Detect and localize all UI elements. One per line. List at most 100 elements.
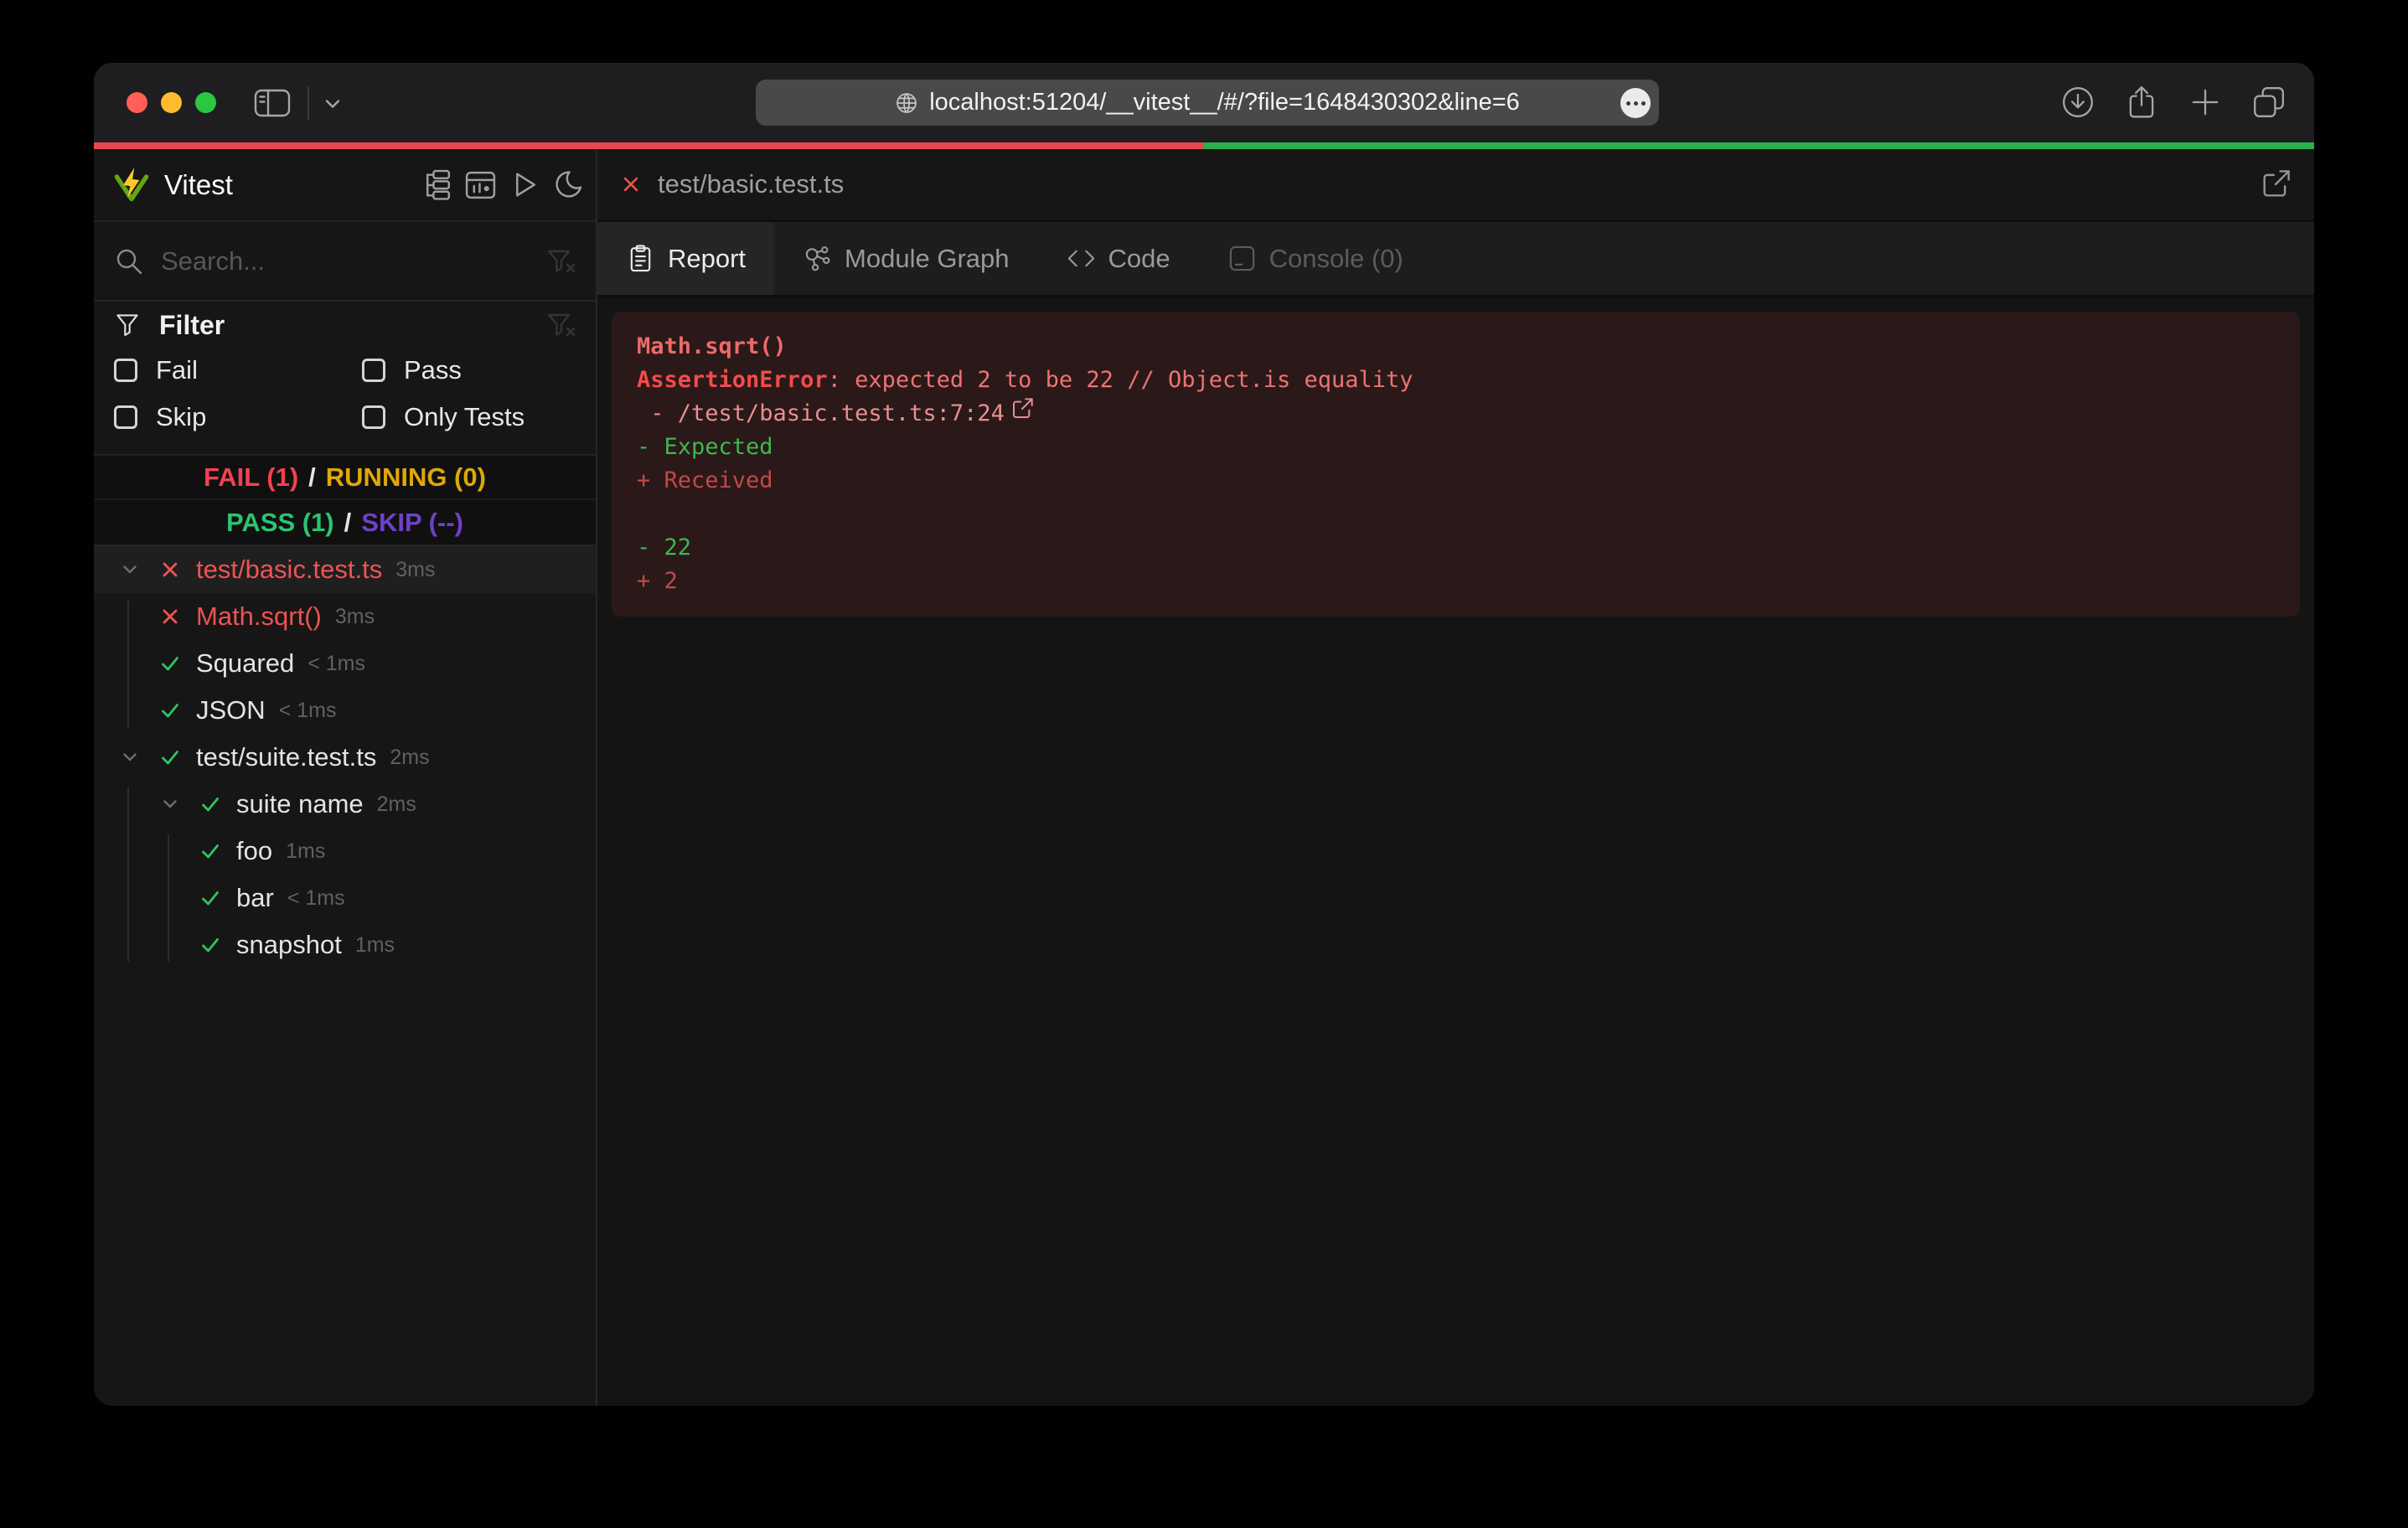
filter-option: Only Tests xyxy=(362,394,576,441)
close-window-button[interactable] xyxy=(127,92,147,113)
test-duration: 2ms xyxy=(377,792,416,817)
dark-mode-button[interactable] xyxy=(551,168,584,201)
tree-item-json[interactable]: JSON < 1ms xyxy=(94,687,596,734)
new-tab-button[interactable] xyxy=(2188,85,2223,120)
check-icon xyxy=(199,840,221,862)
downloads-icon xyxy=(2060,85,2095,120)
module-graph-icon xyxy=(803,244,832,273)
vitest-logo-icon xyxy=(112,167,151,204)
stack-open-link[interactable] xyxy=(1005,396,1035,431)
run-all-icon xyxy=(508,168,540,201)
tree-item-suite-name[interactable]: suite name 2ms xyxy=(94,781,596,828)
summary-row-1: FAIL (1) / RUNNING (0) xyxy=(94,456,596,500)
tab-console-0-[interactable]: Console (0) xyxy=(1199,222,1432,295)
run-all-button[interactable] xyxy=(508,168,540,201)
report-line: - /test/basic.test.ts:7:24 xyxy=(637,397,2275,431)
running-count: RUNNING (0) xyxy=(326,462,486,493)
sidebar-toggle-icon[interactable] xyxy=(253,85,292,121)
skip-count: SKIP (--) xyxy=(361,508,463,538)
close-file-icon[interactable] xyxy=(619,173,643,196)
dark-mode-icon xyxy=(551,168,584,201)
report-text: + Received xyxy=(637,464,773,498)
open-in-editor-icon[interactable] xyxy=(2259,168,2292,201)
sidebar-toolbar xyxy=(421,168,584,201)
test-summary: FAIL (1) / RUNNING (0) PASS (1) / SKIP (… xyxy=(94,456,596,546)
clear-search-filter-icon[interactable] xyxy=(545,246,576,276)
test-duration: 1ms xyxy=(355,933,395,958)
test-tree: test/basic.test.ts 3ms Math.sqrt() 3ms S… xyxy=(94,546,596,1406)
open-file-tab[interactable]: test/basic.test.ts xyxy=(597,149,2314,222)
dashboard-icon xyxy=(464,168,497,201)
tree-guide-line xyxy=(127,600,129,727)
test-duration: < 1ms xyxy=(307,652,365,676)
report-line: + Received xyxy=(637,464,2275,498)
tab-code[interactable]: Code xyxy=(1038,222,1199,295)
search-input[interactable] xyxy=(161,246,529,276)
app-title: Vitest xyxy=(164,169,233,201)
report-icon xyxy=(626,244,655,273)
filter-section: Filter Fail Pass Skip Only Tests xyxy=(94,302,596,456)
error-report-panel: Math.sqrt()AssertionError: expected 2 to… xyxy=(612,312,2300,617)
tree-item-test-suite-test-ts[interactable]: test/suite.test.ts 2ms xyxy=(94,734,596,781)
console-icon xyxy=(1227,244,1257,273)
code-icon xyxy=(1067,244,1096,273)
filter-option: Pass xyxy=(362,347,576,394)
tree-item-test-basic-test-ts[interactable]: test/basic.test.ts 3ms xyxy=(94,546,596,593)
report-text: Math.sqrt() xyxy=(637,330,787,364)
chevron-down-icon[interactable] xyxy=(322,93,344,115)
titlebar-divider xyxy=(307,86,309,120)
tab-overview-button[interactable] xyxy=(2251,85,2287,120)
main-panel: test/basic.test.ts Report Module Graph C… xyxy=(597,149,2314,1406)
test-duration: < 1ms xyxy=(279,699,337,723)
test-duration: < 1ms xyxy=(287,886,345,911)
tree-item-squared[interactable]: Squared < 1ms xyxy=(94,640,596,687)
clear-filter-icon[interactable] xyxy=(545,310,576,340)
checkbox-pass[interactable] xyxy=(362,359,385,382)
report-text: : expected 2 to be 22 // Object.is equal… xyxy=(828,364,1413,397)
dashboard-button[interactable] xyxy=(464,168,497,201)
test-progress-bar xyxy=(94,142,2314,149)
view-tabs: Report Module Graph Code Console (0) xyxy=(597,222,2314,297)
test-duration: 1ms xyxy=(286,839,325,864)
report-text[interactable]: - /test/basic.test.ts:7:24 xyxy=(637,397,1005,431)
test-duration: 3ms xyxy=(395,558,435,582)
report-text: - 22 xyxy=(637,531,691,565)
search-icon xyxy=(114,246,144,276)
cross-icon xyxy=(159,606,181,627)
tree-view-icon xyxy=(421,168,453,201)
browser-titlebar: localhost:51204/__vitest__/#/?file=16484… xyxy=(94,63,2314,142)
zoom-window-button[interactable] xyxy=(195,92,216,113)
checkbox-skip[interactable] xyxy=(114,405,137,429)
address-bar[interactable]: localhost:51204/__vitest__/#/?file=16484… xyxy=(756,80,1659,126)
page-menu-button[interactable] xyxy=(1620,88,1651,118)
report-line: - Expected xyxy=(637,431,2275,464)
report-content: Math.sqrt()AssertionError: expected 2 to… xyxy=(597,297,2314,1406)
checkbox-only-tests[interactable] xyxy=(362,405,385,429)
traffic-lights xyxy=(127,92,216,113)
cross-icon xyxy=(159,559,181,581)
chevron-icon xyxy=(161,795,179,813)
summary-row-2: PASS (1) / SKIP (--) xyxy=(94,500,596,545)
chevron-icon xyxy=(121,748,139,767)
minimize-window-button[interactable] xyxy=(161,92,182,113)
report-text: AssertionError xyxy=(637,364,828,397)
report-text: - Expected xyxy=(637,431,773,464)
checkbox-fail[interactable] xyxy=(114,359,137,382)
check-icon xyxy=(199,793,221,815)
test-duration: 3ms xyxy=(335,605,375,629)
downloads-button[interactable] xyxy=(2060,85,2095,120)
browser-window: localhost:51204/__vitest__/#/?file=16484… xyxy=(94,63,2314,1406)
tree-view-button[interactable] xyxy=(421,168,453,201)
report-line xyxy=(637,498,2275,531)
report-line: Math.sqrt() xyxy=(637,330,2275,364)
tab-report[interactable]: Report xyxy=(597,222,774,295)
tree-item-math-sqrt-[interactable]: Math.sqrt() 3ms xyxy=(94,593,596,640)
share-button[interactable] xyxy=(2124,85,2159,120)
tree-guide-line xyxy=(168,834,169,962)
check-icon xyxy=(199,934,221,956)
sidebar: Vitest Filter xyxy=(94,149,597,1406)
tab-module-graph[interactable]: Module Graph xyxy=(774,222,1037,295)
check-icon xyxy=(159,699,181,721)
report-line: + 2 xyxy=(637,565,2275,598)
report-text: + 2 xyxy=(637,565,678,598)
